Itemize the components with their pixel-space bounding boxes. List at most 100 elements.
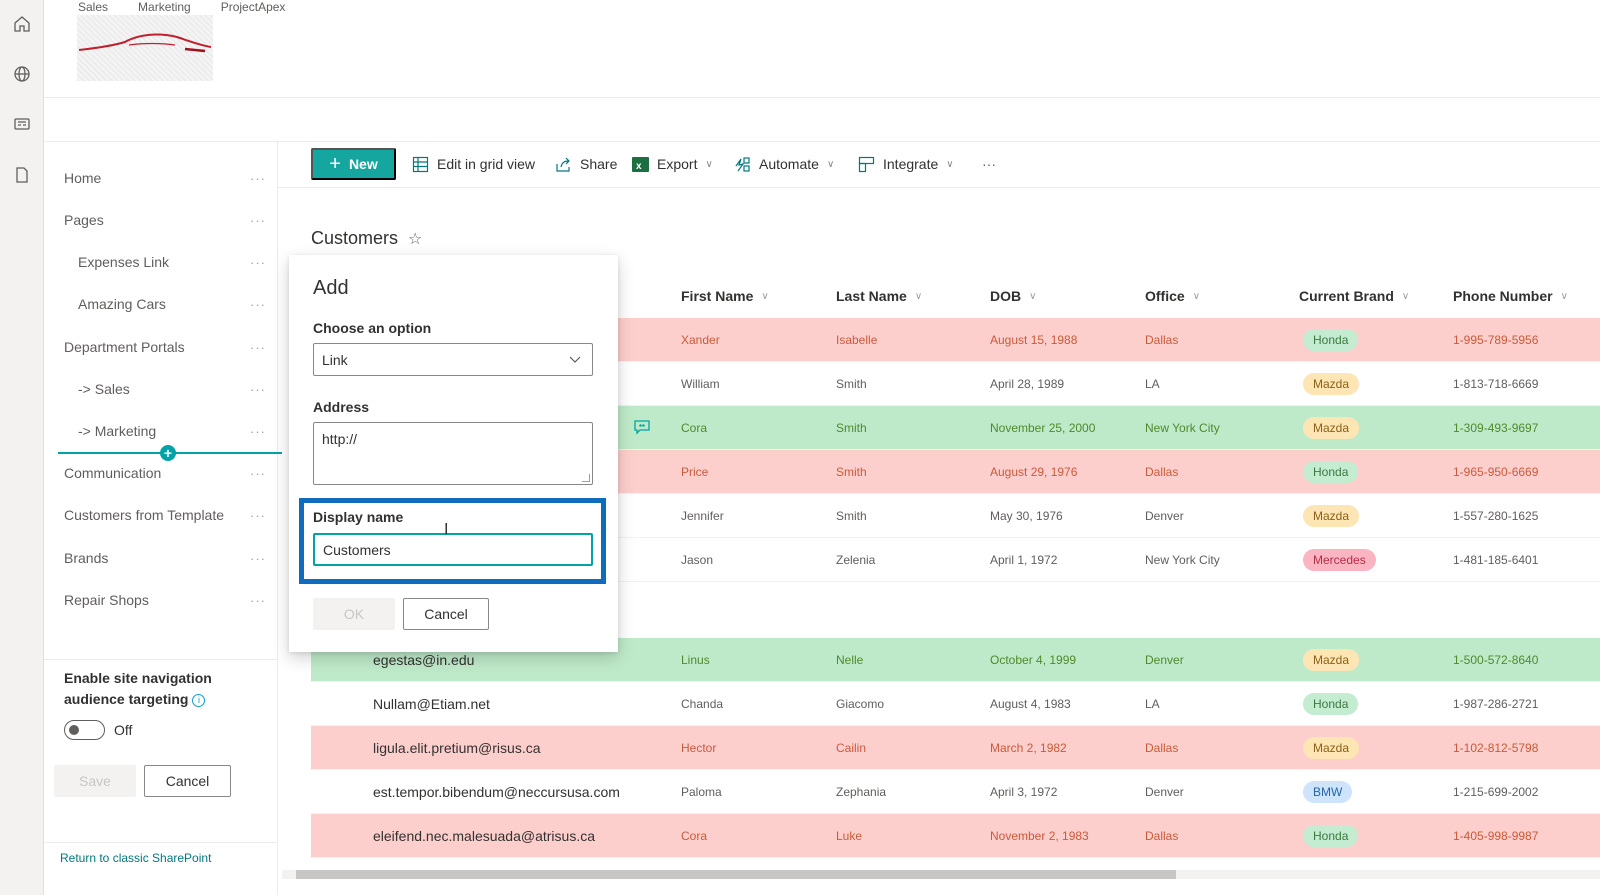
more-options-icon[interactable]: ··· [250, 213, 266, 228]
site-logo[interactable] [77, 15, 213, 81]
cell-brand: Honda [1303, 318, 1359, 362]
cell-first: Chanda [681, 697, 724, 711]
more-options-icon[interactable]: ··· [250, 171, 266, 186]
share-icon [555, 156, 572, 173]
cancel-button[interactable]: Cancel [144, 765, 231, 797]
nav-item-label: Expenses Link [78, 254, 170, 270]
cell-brand: Honda [1303, 814, 1359, 858]
brand-pill: Mazda [1303, 417, 1360, 439]
horizontal-scrollbar[interactable] [282, 870, 1600, 879]
overflow-menu-button[interactable]: ··· [982, 148, 996, 180]
ok-button[interactable]: OK [313, 598, 395, 630]
integrate-label: Integrate [883, 156, 939, 172]
nav-item-label: Communication [64, 465, 162, 481]
column-header-first-name[interactable]: First Name ∨ [681, 274, 769, 318]
nav-item-brands[interactable]: Brands ··· [44, 537, 278, 579]
automate-label: Automate [759, 156, 819, 172]
brand-pill: BMW [1303, 781, 1353, 803]
add-link-dialog: Add Choose an option Link Address http:/… [289, 255, 618, 652]
hub-nav-item[interactable]: ProjectApex [221, 0, 286, 14]
more-options-icon[interactable]: ··· [250, 382, 266, 397]
cell-dob: May 30, 1976 [990, 509, 1063, 523]
address-input[interactable]: http:// [313, 422, 593, 485]
automate-button[interactable]: Automate ∨ [734, 148, 834, 180]
cell-office: Denver [1145, 785, 1184, 799]
hub-nav-item[interactable]: Sales [78, 0, 108, 14]
cell-office: Dallas [1145, 465, 1179, 479]
more-options-icon[interactable]: ··· [250, 466, 266, 481]
address-value: http:// [322, 431, 358, 447]
toggle-knob [69, 725, 79, 735]
cell-dob: November 2, 1983 [990, 829, 1089, 843]
more-options-icon[interactable]: ··· [250, 593, 266, 608]
cell-brand: Mazda [1303, 726, 1360, 770]
nav-item-amazing-cars[interactable]: Amazing Cars ··· [44, 283, 278, 325]
nav-item-department-portals[interactable]: Department Portals ··· [44, 326, 278, 368]
brand-pill: Honda [1303, 329, 1359, 351]
return-to-classic-link[interactable]: Return to classic SharePoint [60, 851, 211, 865]
nav-item-expenses-link[interactable]: Expenses Link ··· [44, 241, 278, 283]
integrate-button[interactable]: Integrate ∨ [858, 148, 954, 180]
chevron-down-icon: ∨ [914, 290, 923, 302]
more-options-icon[interactable]: ··· [250, 424, 266, 439]
document-icon[interactable] [10, 163, 34, 187]
nav-item-repair-shops[interactable]: Repair Shops ··· [44, 579, 278, 621]
nav-item-marketing[interactable]: -> Marketing ··· [44, 410, 278, 452]
cell-last: Giacomo [836, 697, 885, 711]
divider [44, 842, 278, 843]
nav-item-label: -> Marketing [78, 423, 157, 439]
more-options-icon[interactable]: ··· [250, 297, 266, 312]
cell-brand: Mazda [1303, 406, 1360, 450]
home-icon[interactable] [10, 12, 34, 36]
more-options-icon[interactable]: ··· [250, 508, 266, 523]
more-options-icon[interactable]: ··· [250, 340, 266, 355]
dialog-cancel-button[interactable]: Cancel [403, 598, 489, 630]
display-name-label: Display name [313, 509, 404, 525]
cell-dob: November 25, 2000 [990, 421, 1096, 435]
comment-icon[interactable] [633, 418, 651, 439]
audience-targeting-toggle[interactable] [64, 720, 105, 740]
favorite-star-icon[interactable]: ☆ [408, 229, 422, 249]
dropdown-value: Link [322, 351, 348, 368]
info-icon[interactable]: i [192, 694, 206, 707]
table-row[interactable]: eleifend.nec.malesuada@atrisus.ca Cora Luk… [311, 814, 1600, 858]
more-options-icon[interactable]: ··· [250, 551, 266, 566]
table-row[interactable]: ligula.elit.pretium@risus.ca Hector Cailin… [311, 726, 1600, 770]
edit-grid-label: Edit in grid view [437, 156, 536, 172]
nav-item-home[interactable]: Home ··· [44, 157, 278, 199]
app-rail [0, 0, 44, 895]
cell-dob: March 2, 1982 [990, 741, 1067, 755]
nav-item-sales[interactable]: -> Sales ··· [44, 368, 278, 410]
globe-icon[interactable] [10, 62, 34, 86]
display-name-value: Customers [323, 541, 391, 558]
news-icon[interactable] [10, 112, 34, 136]
save-button[interactable]: Save [54, 765, 136, 797]
column-header-dob[interactable]: DOB ∨ [990, 274, 1036, 318]
nav-item-pages[interactable]: Pages ··· [44, 199, 278, 241]
more-options-icon[interactable]: ··· [250, 255, 266, 270]
column-header-current-brand[interactable]: Current Brand ∨ [1299, 274, 1409, 318]
dialog-title: Add [313, 277, 349, 299]
display-name-input[interactable]: Customers [313, 533, 593, 566]
chevron-down-icon: ∨ [946, 158, 954, 170]
hub-nav-item[interactable]: Marketing [138, 0, 191, 14]
edit-in-grid-view-button[interactable]: Edit in grid view [412, 148, 535, 180]
table-row[interactable]: Nullam@Etiam.net Chanda Giacomo August 4, 1… [311, 682, 1600, 726]
resize-grip-icon[interactable] [582, 474, 590, 482]
scrollbar-thumb[interactable] [296, 870, 1176, 879]
nav-item-label: Home [64, 170, 102, 186]
link-type-dropdown[interactable]: Link [313, 343, 593, 376]
new-button[interactable]: + New [311, 148, 396, 180]
cell-phone: 1-813-718-6669 [1453, 377, 1539, 391]
export-button[interactable]: x Export ∨ [632, 148, 713, 180]
nav-item-customers-from-template[interactable]: Customers from Template ··· [44, 494, 278, 536]
table-row[interactable]: est.tempor.bibendum@neccursusa.com Paloma… [311, 770, 1600, 814]
column-header-last-name[interactable]: Last Name ∨ [836, 274, 922, 318]
nav-item-communication[interactable]: Communication ··· [44, 452, 278, 494]
cell-brand: Mazda [1303, 638, 1360, 682]
column-header-phone-number[interactable]: Phone Number ∨ [1453, 274, 1568, 318]
column-header-office[interactable]: Office ∨ [1145, 274, 1200, 318]
audience-targeting-heading: Enable site navigation audience targetin… [64, 668, 264, 710]
share-button[interactable]: Share [555, 148, 617, 180]
hub-navigation: Sales Marketing ProjectApex [78, 0, 315, 14]
